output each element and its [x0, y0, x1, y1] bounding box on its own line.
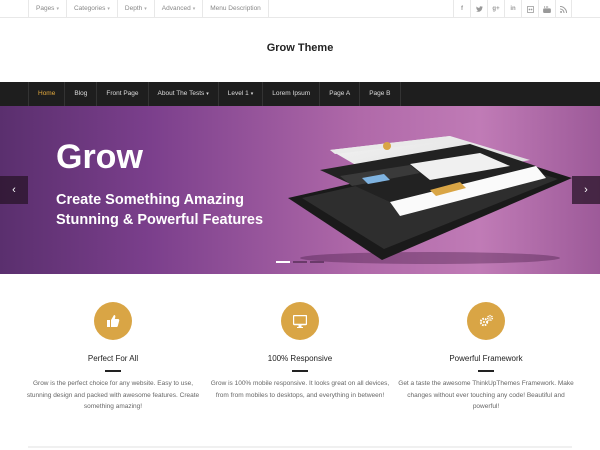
thumbs-up-icon[interactable]: [94, 302, 132, 340]
slide-subheading: Create Something Amazing Stunning & Powe…: [56, 190, 316, 230]
nav-item-level-1[interactable]: Level 1 ▾: [219, 82, 264, 106]
feature-description: Get a taste the awesome ThinkUpThemes Fr…: [398, 380, 574, 410]
main-nav: Home Blog Front Page About The Tests ▾ Le…: [0, 82, 600, 106]
nav-item-label: Lorem Ipsum: [272, 90, 311, 97]
top-menu-label: Depth: [124, 5, 143, 12]
chevron-down-icon: ▾: [250, 91, 254, 97]
flickr-icon[interactable]: [521, 0, 538, 18]
youtube-icon[interactable]: [538, 0, 555, 18]
top-menu-depth[interactable]: Depth ▾: [116, 0, 154, 18]
top-menu-description[interactable]: Menu Description: [202, 0, 269, 18]
feature-title: Powerful Framework: [449, 354, 523, 363]
top-menu-categories[interactable]: Categories ▾: [65, 0, 117, 18]
slide-heading: Grow: [56, 138, 143, 176]
slide-subheading-line-2: Stunning & Powerful Features: [56, 212, 264, 228]
nav-item-about-the-tests[interactable]: About The Tests ▾: [149, 82, 219, 106]
nav-item-home[interactable]: Home: [29, 82, 66, 106]
facebook-icon[interactable]: f: [453, 0, 470, 18]
site-title[interactable]: Grow Theme: [0, 42, 600, 54]
top-menu-label: Categories: [73, 5, 106, 12]
chevron-down-icon: ▾: [206, 91, 209, 97]
hero-slider: Grow Create Something Amazing Stunning &…: [0, 106, 600, 274]
chevron-down-icon: ▾: [192, 6, 196, 12]
nav-item-label: Front Page: [106, 90, 139, 97]
feature-description: Grow is the perfect choice for any websi…: [26, 380, 200, 410]
nav-item-label: About The Tests: [157, 90, 205, 97]
gears-icon[interactable]: [467, 302, 505, 340]
slider-dot[interactable]: [276, 261, 290, 263]
nav-item-blog[interactable]: Blog: [65, 82, 98, 106]
chevron-down-icon: ▾: [56, 6, 59, 12]
feature-responsive: 100% Responsive Grow is 100% mobile resp…: [210, 302, 390, 401]
nav-item-label: Level 1: [227, 90, 249, 97]
tablet-image: [288, 136, 572, 264]
feature-divider: [292, 370, 308, 372]
feature-title: Perfect For All: [87, 354, 139, 363]
feature-divider: [105, 370, 121, 372]
nav-item-label: Page A: [329, 90, 351, 97]
top-menu-advanced[interactable]: Advanced ▾: [153, 0, 202, 18]
twitter-icon[interactable]: [470, 0, 487, 18]
top-menu: Pages ▾ Categories ▾ Depth ▾ Advanced ▾ Menu…: [28, 0, 269, 18]
feature-title: 100% Responsive: [267, 354, 333, 363]
feature-powerful-framework: Powerful Framework Get a taste the aweso…: [396, 302, 576, 413]
feature-description: Grow is 100% mobile responsive. It looks…: [210, 380, 390, 399]
feature-perfect-for-all: Perfect For All Grow is the perfect choi…: [23, 302, 203, 413]
top-menu-label: Menu Description: [210, 5, 261, 12]
chevron-down-icon: ▾: [144, 6, 147, 12]
top-menu-label: Advanced: [161, 5, 191, 12]
nav-item-lorem-ipsum[interactable]: Lorem Ipsum: [263, 82, 321, 106]
slide-subheading-line-1: Create Something Amazing: [56, 192, 244, 208]
linkedin-icon[interactable]: in: [504, 0, 521, 18]
slider-dot[interactable]: [310, 261, 324, 263]
nav-item-front-page[interactable]: Front Page: [97, 82, 149, 106]
top-menu-pages[interactable]: Pages ▾: [28, 0, 66, 18]
social-links: f g+ in: [453, 0, 572, 18]
nav-item-label: Home: [38, 90, 56, 97]
nav-item-label: Blog: [74, 90, 88, 97]
slider-dot[interactable]: [293, 261, 307, 263]
slider-pagination: [276, 261, 324, 263]
top-bar: Pages ▾ Categories ▾ Depth ▾ Advanced ▾ Menu…: [0, 0, 600, 18]
google-plus-icon[interactable]: g+: [487, 0, 504, 18]
rss-icon[interactable]: [555, 0, 572, 18]
nav-item-label: Page B: [369, 90, 391, 97]
monitor-icon[interactable]: [281, 302, 319, 340]
feature-divider: [478, 370, 494, 372]
slider-next-button[interactable]: ›: [572, 176, 600, 204]
nav-item-page-b[interactable]: Page B: [360, 82, 401, 106]
top-menu-label: Pages: [36, 5, 55, 12]
chevron-down-icon: ▾: [107, 6, 110, 12]
nav-item-page-a[interactable]: Page A: [320, 82, 361, 106]
slider-prev-button[interactable]: ‹: [0, 176, 28, 204]
section-divider: [28, 446, 572, 448]
